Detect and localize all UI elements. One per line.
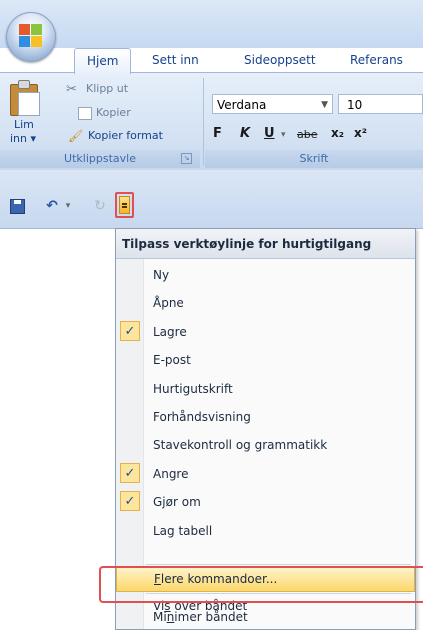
scissors-icon: ✂ — [66, 82, 77, 97]
menu-item-minimize-ribbon[interactable]: Minimer båndet — [116, 605, 415, 629]
menu-item-label: Lag tabell — [153, 524, 213, 538]
format-painter-button[interactable]: 🖌 Kopier format — [68, 129, 163, 143]
menu-item-label: Gjør om — [153, 495, 201, 509]
tab-sideoppsett[interactable]: Sideoppsett — [232, 48, 328, 72]
menu-title: Tilpass verktøylinje for hurtigtilgang — [116, 229, 415, 259]
menu-item[interactable]: Ny — [116, 261, 415, 289]
subscript-button[interactable]: x₂ — [331, 126, 344, 140]
superscript-button[interactable]: x² — [354, 126, 367, 140]
menu-separator — [146, 564, 411, 565]
office-button[interactable] — [6, 12, 56, 62]
title-bar — [0, 0, 423, 48]
menu-item-label: E-post — [153, 353, 191, 367]
menu-item[interactable]: Åpne — [116, 289, 415, 317]
menu-item[interactable]: Lag tabell — [116, 517, 415, 545]
bold-button[interactable]: F — [213, 126, 222, 141]
tab-sett-inn[interactable]: Sett inn — [140, 48, 211, 72]
italic-button[interactable]: K — [240, 126, 250, 141]
menu-item-label: Ny — [153, 268, 170, 282]
clipboard-group-label: Utklippstavle ↘ — [0, 150, 200, 168]
annotation-highlight-box — [99, 566, 423, 603]
paste-label-line1[interactable]: Lim — [14, 118, 34, 131]
menu-item[interactable]: Hurtigutskrift — [116, 375, 415, 403]
tab-referanser[interactable]: Referans — [338, 48, 415, 72]
menu-item-label: Forhåndsvisning — [153, 410, 251, 424]
paste-button[interactable]: inn ▾ — [10, 132, 36, 145]
menu-item-label: Hurtigutskrift — [153, 382, 233, 396]
menu-item[interactable]: ✓ Gjør om — [116, 488, 415, 516]
undo-icon[interactable]: ↶ — [44, 198, 60, 214]
group-divider — [203, 78, 204, 166]
dialog-launcher-icon[interactable]: ↘ — [181, 153, 192, 164]
cut-button[interactable]: ✂ Klipp ut — [66, 82, 128, 97]
font-group-label: Skrift — [205, 150, 423, 168]
menu-item[interactable]: E-post — [116, 346, 415, 374]
menu-item-label: Åpne — [153, 296, 184, 310]
checkmark-icon: ✓ — [120, 463, 140, 483]
save-icon[interactable] — [9, 198, 25, 214]
tab-hjem[interactable]: Hjem — [74, 48, 132, 74]
underline-dropdown-icon[interactable]: ▾ — [281, 130, 286, 140]
checkmark-icon: ✓ — [120, 321, 140, 341]
undo-dropdown-icon[interactable]: ▾ — [60, 198, 76, 214]
checkmark-icon: ✓ — [120, 491, 140, 511]
menu-item[interactable]: Stavekontroll og grammatikk — [116, 431, 415, 459]
menu-item-label: Lagre — [153, 325, 187, 339]
menu-item-label: Angre — [153, 467, 189, 481]
font-name-select[interactable]: Verdana ▼ — [212, 94, 333, 114]
menu-item[interactable]: Forhåndsvisning — [116, 403, 415, 431]
copy-icon — [78, 106, 92, 120]
copy-button[interactable]: Kopier — [78, 106, 131, 120]
paintbrush-icon: 🖌 — [68, 129, 84, 143]
office-logo-icon — [19, 24, 43, 48]
menu-item-label: Stavekontroll og grammatikk — [153, 438, 328, 452]
menu-item[interactable]: ✓ Angre — [116, 460, 415, 488]
strikethrough-button[interactable]: abe — [297, 128, 318, 141]
menu-item[interactable]: ✓ Lagre — [116, 318, 415, 346]
paste-icon[interactable] — [10, 80, 40, 116]
chevron-down-icon: ▼ — [321, 100, 328, 110]
redo-icon[interactable]: ↻ — [92, 198, 108, 214]
underline-button[interactable]: U — [264, 126, 275, 141]
customize-dropdown-icon[interactable] — [119, 196, 130, 214]
font-size-select[interactable]: 10 — [338, 94, 423, 114]
